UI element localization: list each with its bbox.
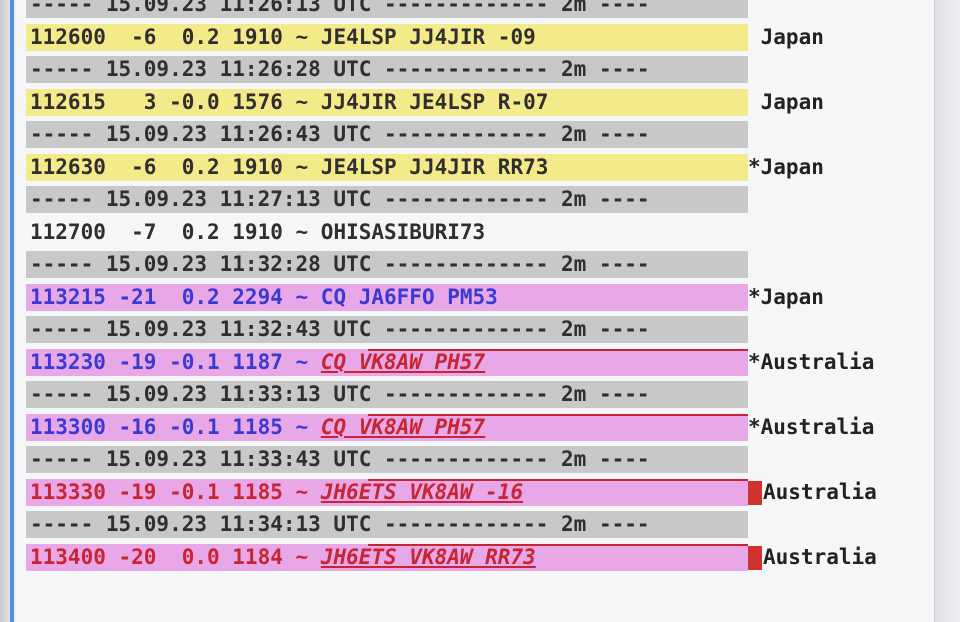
decode-message: JE4LSP JJ4JIR RR73 (320, 154, 549, 179)
separator-label: ----- 15.09.23 11:32:28 UTC ------------… (30, 252, 650, 276)
message-outline (368, 478, 748, 481)
country-label: Australia (748, 541, 877, 574)
separator-label: ----- 15.09.23 11:34:13 UTC ------------… (30, 512, 650, 536)
decode-text: 112700 -7 0.2 1910 ~ OHISASIBURI73 (30, 216, 485, 249)
decode-fields: 113215 -21 0.2 2294 ~ (30, 284, 321, 309)
vertical-scrollbar[interactable] (934, 0, 960, 622)
decode-row[interactable]: 113400 -20 0.0 1184 ~ JH6ETS VK8AW RR73 A… (16, 541, 934, 574)
decode-row[interactable]: 113230 -19 -0.1 1187 ~ CQ VK8AW PH57 *Aus… (16, 346, 934, 379)
separator-text: ----- 15.09.23 11:34:13 UTC ------------… (30, 508, 650, 541)
new-dxcc-flag-icon (748, 545, 762, 570)
decode-message: JH6ETS VK8AW RR73 (320, 544, 536, 569)
decode-fields: 113300 -16 -0.1 1185 ~ (30, 414, 321, 439)
decode-text: 112630 -6 0.2 1910 ~ JE4LSP JJ4JIR RR73 (30, 151, 548, 184)
decode-fields: 112700 -7 0.2 1910 ~ (30, 219, 321, 244)
separator-label: ----- 15.09.23 11:33:13 UTC ------------… (30, 382, 650, 406)
decode-message: JH6ETS VK8AW -16 (320, 479, 524, 504)
decode-message: JE4LSP JJ4JIR -09 (320, 24, 536, 49)
period-separator-row: ----- 15.09.23 11:34:13 UTC ------------… (16, 508, 934, 541)
decode-fields: 113400 -20 0.0 1184 ~ (30, 544, 321, 569)
decode-row[interactable]: 113330 -19 -0.1 1185 ~ JH6ETS VK8AW -16 A… (16, 476, 934, 509)
message-outline (368, 348, 748, 351)
decode-fields: 113230 -19 -0.1 1187 ~ (30, 349, 321, 374)
decode-message: OHISASIBURI73 (320, 219, 486, 244)
separator-text: ----- 15.09.23 11:27:13 UTC ------------… (30, 183, 650, 216)
separator-label: ----- 15.09.23 11:26:43 UTC ------------… (30, 122, 650, 146)
separator-text: ----- 15.09.23 11:32:43 UTC ------------… (30, 313, 650, 346)
period-separator-row: ----- 15.09.23 11:32:43 UTC ------------… (16, 313, 934, 346)
period-separator-row: ----- 15.09.23 11:26:13 UTC ------------… (16, 0, 934, 21)
period-separator-row: ----- 15.09.23 11:27:13 UTC ------------… (16, 183, 934, 216)
decode-message: CQ VK8AW PH57 (320, 349, 486, 374)
decode-row[interactable]: 112600 -6 0.2 1910 ~ JE4LSP JJ4JIR -09 J… (16, 21, 934, 54)
left-scrollbar[interactable] (10, 0, 14, 622)
decode-text: 112615 3 -0.0 1576 ~ JJ4JIR JE4LSP R-07 (30, 86, 548, 119)
separator-text: ----- 15.09.23 11:33:13 UTC ------------… (30, 378, 650, 411)
decode-text: 112600 -6 0.2 1910 ~ JE4LSP JJ4JIR -09 (30, 21, 536, 54)
separator-text: ----- 15.09.23 11:26:13 UTC ------------… (30, 0, 650, 21)
decode-message: CQ VK8AW PH57 (320, 414, 486, 439)
decode-row[interactable]: 113300 -16 -0.1 1185 ~ CQ VK8AW PH57 *Aus… (16, 411, 934, 444)
decode-message: CQ JA6FFO PM53 (320, 284, 498, 309)
country-name: Australia (763, 544, 877, 569)
decode-fields: 112600 -6 0.2 1910 ~ (30, 24, 321, 49)
country-name: Australia (763, 479, 877, 504)
message-outline (368, 413, 748, 416)
country-label: Japan (748, 89, 824, 114)
message-outline (368, 543, 748, 546)
period-separator-row: ----- 15.09.23 11:26:28 UTC ------------… (16, 53, 934, 86)
separator-text: ----- 15.09.23 11:26:43 UTC ------------… (30, 118, 650, 151)
country-label: *Japan (748, 284, 824, 309)
separator-label: ----- 15.09.23 11:27:13 UTC ------------… (30, 187, 650, 211)
separator-text: ----- 15.09.23 11:26:28 UTC ------------… (30, 53, 650, 86)
decode-text: 113215 -21 0.2 2294 ~ CQ JA6FFO PM53 (30, 281, 498, 314)
decode-list: ----- 15.09.23 11:26:13 UTC ------------… (16, 0, 934, 573)
period-separator-row: ----- 15.09.23 11:26:43 UTC ------------… (16, 118, 934, 151)
decode-row[interactable]: 112700 -7 0.2 1910 ~ OHISASIBURI73 (16, 216, 934, 249)
separator-label: ----- 15.09.23 11:33:43 UTC ------------… (30, 447, 650, 471)
country-label: Japan (748, 24, 824, 49)
separator-label: ----- 15.09.23 11:26:28 UTC ------------… (30, 57, 650, 81)
decode-fields: 113330 -19 -0.1 1185 ~ (30, 479, 321, 504)
period-separator-row: ----- 15.09.23 11:33:13 UTC ------------… (16, 378, 934, 411)
country-label: *Japan (748, 154, 824, 179)
separator-label: ----- 15.09.23 11:32:43 UTC ------------… (30, 317, 650, 341)
period-separator-row: ----- 15.09.23 11:33:43 UTC ------------… (16, 443, 934, 476)
country-label: *Australia (748, 349, 875, 374)
country-label: *Australia (748, 414, 875, 439)
period-separator-row: ----- 15.09.23 11:32:28 UTC ------------… (16, 248, 934, 281)
new-dxcc-flag-icon (748, 480, 762, 505)
decode-log-pane[interactable]: ----- 15.09.23 11:26:13 UTC ------------… (16, 0, 934, 622)
country-label: Australia (748, 476, 877, 509)
decode-row[interactable]: 113215 -21 0.2 2294 ~ CQ JA6FFO PM53 *Jap… (16, 281, 934, 314)
decode-fields: 112615 3 -0.0 1576 ~ (30, 89, 321, 114)
separator-text: ----- 15.09.23 11:33:43 UTC ------------… (30, 443, 650, 476)
decode-row[interactable]: 112615 3 -0.0 1576 ~ JJ4JIR JE4LSP R-07 … (16, 86, 934, 119)
separator-text: ----- 15.09.23 11:32:28 UTC ------------… (30, 248, 650, 281)
decode-message: JJ4JIR JE4LSP R-07 (320, 89, 549, 114)
separator-label: ----- 15.09.23 11:26:13 UTC ------------… (30, 0, 650, 16)
decode-row[interactable]: 112630 -6 0.2 1910 ~ JE4LSP JJ4JIR RR73 *… (16, 151, 934, 184)
decode-fields: 112630 -6 0.2 1910 ~ (30, 154, 321, 179)
